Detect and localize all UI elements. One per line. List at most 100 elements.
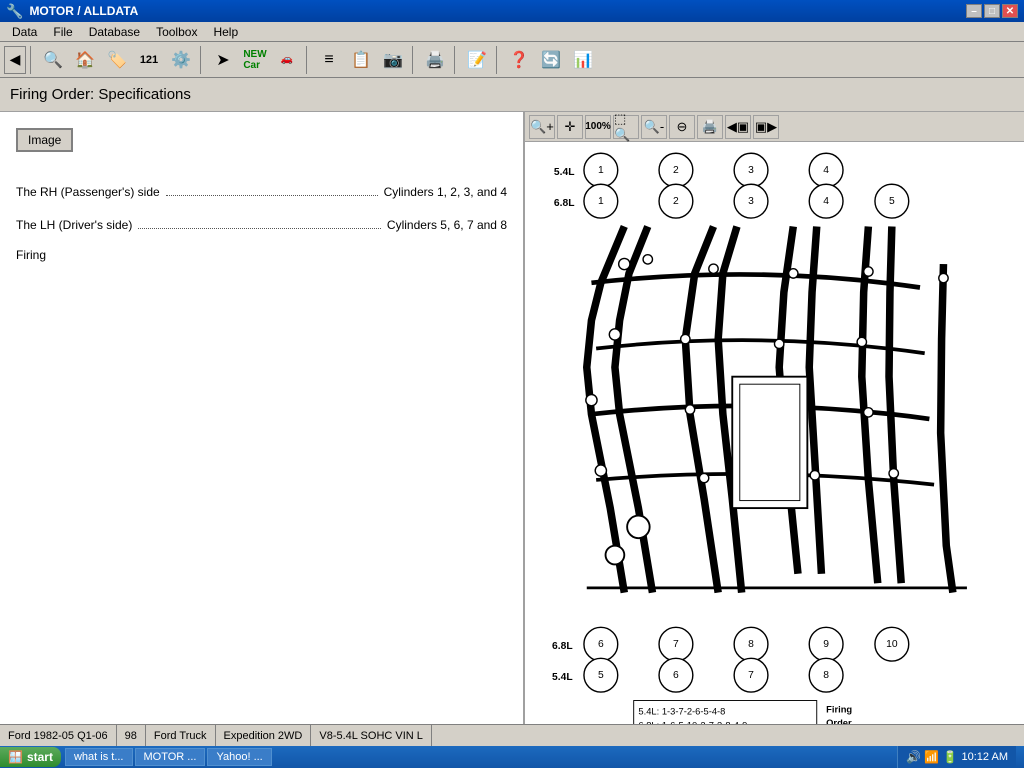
back-button[interactable]: ◀ <box>4 46 26 74</box>
engine-diagram-svg: 5.4L 1 6.8L 1 2 2 3 3 4 4 <box>525 142 1024 724</box>
sys-tray: 🔊 📶 🔋 10:12 AM <box>897 746 1016 768</box>
img-print-button[interactable]: 🖨️ <box>697 115 723 139</box>
cyl-6b-bot-text: 6 <box>673 670 679 681</box>
cyl-5b-bot-text: 5 <box>598 670 604 681</box>
page-title-bar: Firing Order: Specifications <box>0 78 1024 112</box>
toolbar-separator <box>30 46 34 74</box>
cyl-8b-bot-text: 8 <box>823 670 829 681</box>
arrow-button[interactable]: ➤ <box>208 45 238 75</box>
cyl-7b-bot-text: 7 <box>748 670 754 681</box>
menu-bar: Data File Database Toolbox Help <box>0 22 1024 42</box>
rh-dots <box>166 182 378 196</box>
home-button[interactable]: 🏠 <box>70 45 100 75</box>
toolbar-separator4 <box>412 46 416 74</box>
cyl-2b-top-text: 2 <box>673 196 679 207</box>
status-seg-3: Ford Truck <box>146 725 216 746</box>
refresh-button[interactable]: 🔄 <box>536 45 566 75</box>
engine-body <box>582 226 967 592</box>
cyl-4b-top-text: 4 <box>823 196 829 207</box>
print-button[interactable]: 🖨️ <box>420 45 450 75</box>
search-button[interactable]: 🔍 <box>38 45 68 75</box>
right-panel: 🔍+ ✛ 100% ⬚🔍 🔍- ⊖ 🖨️ ◀▣ ▣▶ 5.4L 1 6.8L 1 <box>525 112 1024 724</box>
sys-tray-icons: 🔊 📶 🔋 <box>906 750 958 764</box>
cyl-6-bot-text: 6 <box>598 639 604 650</box>
status-bar: Ford 1982-05 Q1-06 98 Ford Truck Expedit… <box>0 724 1024 746</box>
img-zoom-rect-button[interactable]: ⬚🔍 <box>613 115 639 139</box>
taskbar-btn-1[interactable]: what is t... <box>65 748 133 766</box>
label-button[interactable]: 🏷️ <box>102 45 132 75</box>
img-zoom-out2-button[interactable]: ⊖ <box>669 115 695 139</box>
title-bar: 🔧 MOTOR / ALLDATA – □ ✕ <box>0 0 1024 22</box>
camera-button[interactable]: 📷 <box>378 45 408 75</box>
start-button[interactable]: 🪟 start <box>0 747 61 767</box>
extra-button[interactable]: 📊 <box>568 45 598 75</box>
cyl-7-bot-text: 7 <box>673 639 679 650</box>
rh-label: The RH (Passenger's) side <box>16 185 160 199</box>
list2-button[interactable]: 📋 <box>346 45 376 75</box>
img-prev-button[interactable]: ◀▣ <box>725 115 751 139</box>
num-button[interactable]: 121 <box>134 45 164 75</box>
taskbar-right: 🔊 📶 🔋 10:12 AM <box>897 746 1024 768</box>
cyl-3-top-text: 3 <box>748 165 754 176</box>
image-button[interactable]: Image <box>16 128 73 152</box>
taskbar-btn-2-label: MOTOR ... <box>144 751 197 763</box>
toolbar-separator5 <box>454 46 458 74</box>
taskbar-btn-3[interactable]: Yahoo! ... <box>207 748 271 766</box>
lh-label: The LH (Driver's side) <box>16 218 132 232</box>
car-button[interactable]: 🚗 <box>272 45 302 75</box>
img-next-button[interactable]: ▣▶ <box>753 115 779 139</box>
cyl-2-top-text: 2 <box>673 165 679 176</box>
taskbar-time: 10:12 AM <box>962 751 1008 763</box>
menu-data[interactable]: Data <box>4 23 45 41</box>
list-button[interactable]: ≡ <box>314 45 344 75</box>
image-toolbar: 🔍+ ✛ 100% ⬚🔍 🔍- ⊖ 🖨️ ◀▣ ▣▶ <box>525 112 1024 142</box>
taskbar-btn-3-label: Yahoo! ... <box>216 751 262 763</box>
cyl-9-bot-text: 9 <box>823 639 829 650</box>
menu-help[interactable]: Help <box>205 23 246 41</box>
status-seg-1: Ford 1982-05 Q1-06 <box>0 725 117 746</box>
cyl-1b-top-text: 1 <box>598 196 604 207</box>
taskbar-btn-1-label: what is t... <box>74 751 124 763</box>
cyl-3b-top-text: 3 <box>748 196 754 207</box>
engine-54L-top-label: 5.4L <box>554 167 575 178</box>
cyl-10-bot-text: 10 <box>886 639 898 650</box>
maximize-button[interactable]: □ <box>984 4 1000 18</box>
menu-database[interactable]: Database <box>81 23 148 41</box>
note-button[interactable]: 📝 <box>462 45 492 75</box>
spec-line-rh: The RH (Passenger's) side Cylinders 1, 2… <box>16 182 507 199</box>
app-title: MOTOR / ALLDATA <box>29 4 966 18</box>
menu-toolbox[interactable]: Toolbox <box>148 23 205 41</box>
firing-order-label2: Order <box>826 718 852 724</box>
start-label: start <box>27 750 53 764</box>
engine-68L-top-label: 6.8L <box>554 198 575 209</box>
diagram-area: 5.4L 1 6.8L 1 2 2 3 3 4 4 <box>525 142 1024 724</box>
app-icon: 🔧 <box>6 3 23 20</box>
help-button[interactable]: ❓ <box>504 45 534 75</box>
cyl-8-bot-text: 8 <box>748 639 754 650</box>
toolbar-separator3 <box>306 46 310 74</box>
img-crosshair-button[interactable]: ✛ <box>557 115 583 139</box>
main-content: Image The RH (Passenger's) side Cylinder… <box>0 112 1024 724</box>
left-panel: Image The RH (Passenger's) side Cylinder… <box>0 112 525 724</box>
cyl-1-top-text: 1 <box>598 165 604 176</box>
status-seg-4: Expedition 2WD <box>216 725 312 746</box>
minimize-button[interactable]: – <box>966 4 982 18</box>
new-car-button[interactable]: NEWCar <box>240 45 270 75</box>
rh-value: Cylinders 1, 2, 3, and 4 <box>384 185 507 199</box>
firing-order-54L-text: 5.4L: 1-3-7-2-6-5-4-8 <box>638 707 725 717</box>
firing-label: Firing <box>16 248 507 262</box>
close-button[interactable]: ✕ <box>1002 4 1018 18</box>
status-seg-2: 98 <box>117 725 146 746</box>
taskbar-btn-2[interactable]: MOTOR ... <box>135 748 206 766</box>
engine-54L-bot-label: 5.4L <box>552 672 573 683</box>
firing-order-68L-text: 6.8L: 1-6-5-10-2-7-3-8-4-9 <box>638 721 747 724</box>
status-seg-5: V8-5.4L SOHC VIN L <box>311 725 432 746</box>
img-zoom-in-button[interactable]: 🔍+ <box>529 115 555 139</box>
menu-file[interactable]: File <box>45 23 80 41</box>
spec-line-lh: The LH (Driver's side) Cylinders 5, 6, 7… <box>16 215 507 232</box>
img-100pct-button[interactable]: 100% <box>585 115 611 139</box>
img-zoom-out-button[interactable]: 🔍- <box>641 115 667 139</box>
window-controls: – □ ✕ <box>966 4 1018 18</box>
cyl-4-top-text: 4 <box>823 165 829 176</box>
settings-button[interactable]: ⚙️ <box>166 45 196 75</box>
